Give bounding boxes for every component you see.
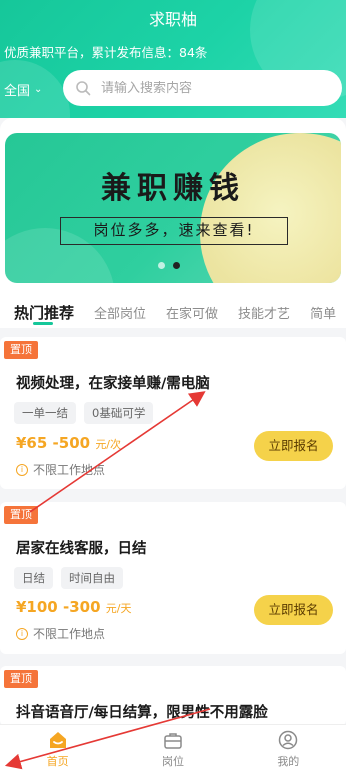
search-input[interactable]	[101, 80, 321, 96]
nav-label: 首页	[46, 755, 69, 768]
info-icon: i	[16, 463, 28, 476]
app-title: 求职柚	[148, 10, 197, 29]
banner-slogan: 岗位多多，速来查看!	[60, 217, 288, 245]
tab-all-jobs[interactable]: 全部岗位	[94, 303, 146, 322]
job-tags: 一单一结 0基础可学	[14, 402, 154, 424]
job-card[interactable]: 置顶 抖音语音厅/每日结算，限男性不用露脸	[0, 666, 346, 726]
user-icon	[279, 730, 298, 750]
job-salary: ¥100 -300 元/天	[16, 598, 131, 616]
tab-hot[interactable]: 热门推荐	[14, 302, 74, 323]
search-bar[interactable]	[63, 70, 342, 106]
nav-me[interactable]: 我的	[231, 725, 346, 775]
search-icon	[76, 81, 91, 96]
salary-unit: 元/次	[95, 438, 122, 451]
apply-button[interactable]: 立即报名	[254, 595, 333, 625]
tab-skills[interactable]: 技能才艺	[238, 303, 290, 322]
job-tag: 时间自由	[61, 567, 123, 589]
job-tag: 0基础可学	[84, 402, 154, 424]
decor-sun	[200, 133, 341, 283]
job-location: i 不限工作地点	[16, 461, 105, 478]
region-label: 全国	[4, 84, 31, 99]
info-icon: i	[16, 627, 28, 640]
pinned-badge: 置顶	[4, 506, 38, 524]
nav-home[interactable]: 首页	[0, 725, 115, 775]
salary-unit: 元/天	[105, 602, 132, 615]
region-selector[interactable]: 全国 ⌄	[4, 80, 42, 99]
carousel-dot[interactable]	[158, 262, 165, 269]
banner-title: 兼职赚钱	[101, 171, 245, 206]
chevron-down-icon: ⌄	[34, 84, 43, 95]
job-location: i 不限工作地点	[16, 625, 105, 642]
nav-label: 我的	[277, 755, 300, 768]
apply-button[interactable]: 立即报名	[254, 431, 333, 461]
tab-simple[interactable]: 简单	[310, 303, 336, 322]
carousel-indicator	[158, 262, 180, 269]
job-title: 居家在线客服，日结	[16, 541, 147, 557]
job-salary: ¥65 -500 元/次	[16, 434, 121, 452]
publish-count-text: 优质兼职平台，累计发布信息：84条	[4, 45, 208, 60]
job-tag: 日结	[14, 567, 53, 589]
job-tag: 一单一结	[14, 402, 76, 424]
pinned-badge: 置顶	[4, 341, 38, 359]
job-tags: 日结 时间自由	[14, 567, 123, 589]
location-text: 不限工作地点	[33, 627, 106, 641]
carousel-dot-active[interactable]	[173, 262, 180, 269]
active-tab-indicator	[33, 322, 53, 325]
job-title: 视频处理，在家接单赚/需电脑	[16, 376, 210, 392]
job-title: 抖音语音厅/每日结算，限男性不用露脸	[16, 705, 268, 721]
salary-range: ¥100 -300	[16, 598, 101, 616]
nav-jobs[interactable]: 岗位	[115, 725, 230, 775]
pinned-badge: 置顶	[4, 670, 38, 688]
location-text: 不限工作地点	[33, 463, 106, 477]
home-icon	[49, 732, 66, 748]
bottom-navigation: 首页 岗位 我的	[0, 724, 346, 775]
header: 求职柚 优质兼职平台，累计发布信息：84条 全国 ⌄	[0, 0, 346, 118]
briefcase-icon	[164, 733, 182, 749]
job-card[interactable]: 置顶 视频处理，在家接单赚/需电脑 一单一结 0基础可学 ¥65 -500 元/…	[0, 337, 346, 489]
tab-work-from-home[interactable]: 在家可做	[166, 303, 218, 322]
promo-banner[interactable]: 兼职赚钱 岗位多多，速来查看!	[5, 133, 341, 283]
nav-label: 岗位	[161, 755, 184, 768]
salary-range: ¥65 -500	[16, 434, 91, 452]
job-card[interactable]: 置顶 居家在线客服，日结 日结 时间自由 ¥100 -300 元/天 i 不限工…	[0, 502, 346, 654]
